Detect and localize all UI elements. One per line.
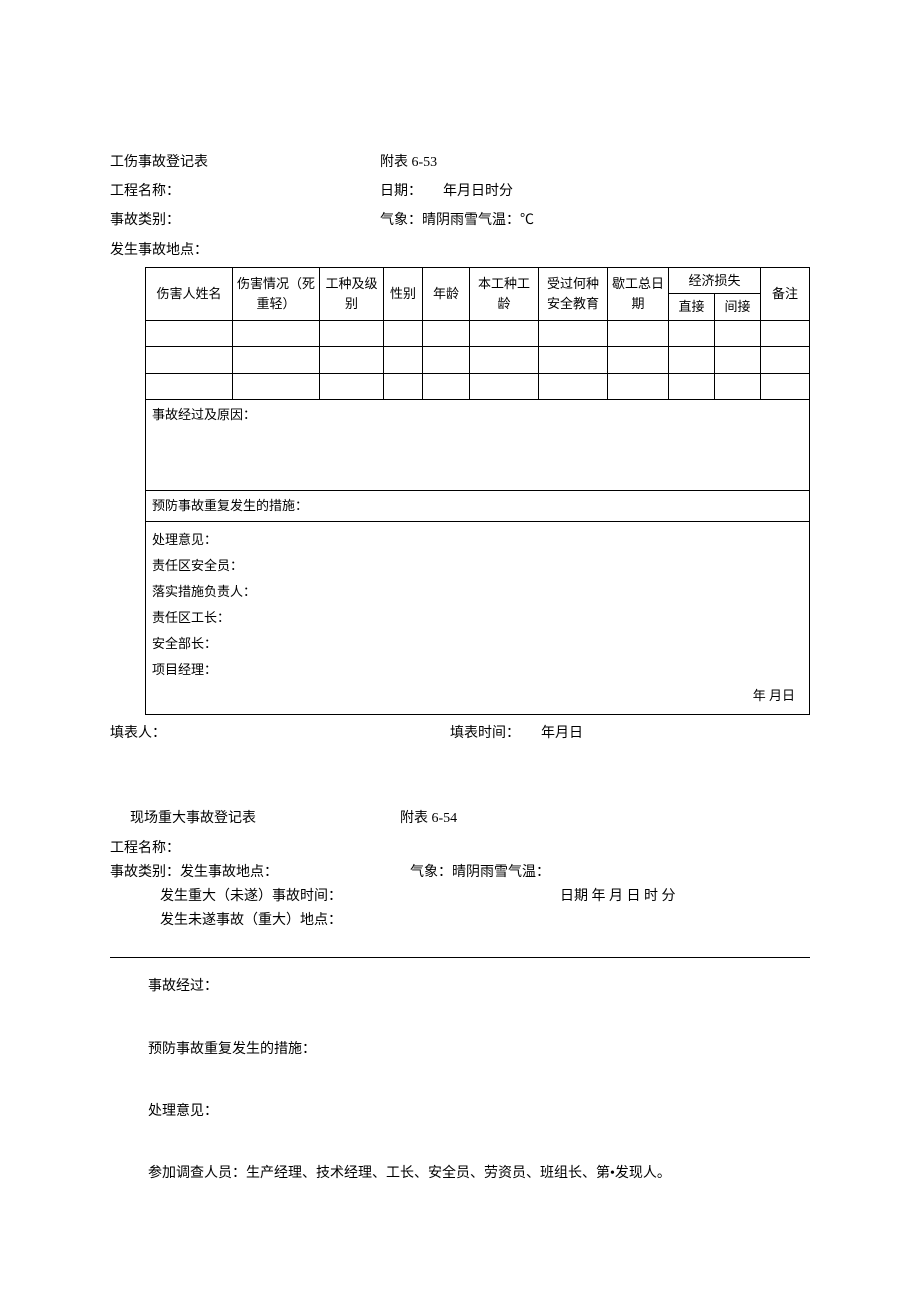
form2-appendix: 附表 6-54 (400, 806, 457, 831)
col-loss: 经济损失 (669, 267, 761, 294)
col-off-days: 歇工总日期 (608, 267, 669, 320)
form2-investigators: 参加调查人员：生产经理、技术经理、工长、安全员、劳资员、班组长、第•发现人。 (110, 1163, 810, 1185)
table-row (146, 320, 810, 347)
form1-appendix: 附表 6-53 (380, 150, 810, 175)
form2-project-label: 工程名称： (110, 837, 810, 861)
filler-label: 填表人： (110, 721, 450, 746)
col-injury: 伤害情况（死重轻） (233, 267, 320, 320)
fill-time-label: 填表时间： (450, 726, 520, 741)
weather-label: 气象：晴阴雨雪气温：℃ (380, 208, 810, 233)
measure-owner-label: 落实措施负责人： (152, 579, 803, 605)
divider (110, 957, 810, 958)
injury-table: 伤害人姓名 伤害情况（死重轻） 工种及级别 性别 年龄 本工种工龄 受过何种安全… (145, 267, 810, 715)
process-cell: 事故经过及原因： (146, 400, 810, 491)
form2-weather-label: 气象：晴阴雨雪气温： (410, 861, 550, 885)
col-loss-indirect: 间接 (715, 294, 761, 321)
col-education: 受过何种安全教育 (539, 267, 608, 320)
table-row (146, 373, 810, 400)
fill-time-value: 年月日 (541, 726, 583, 741)
form2-process: 事故经过： (110, 976, 810, 998)
location-label: 发生事故地点： (110, 238, 208, 263)
col-age: 年龄 (423, 267, 470, 320)
date-value: 年月日时分 (443, 184, 513, 199)
year-month-day: 年 月日 (152, 683, 803, 709)
project-manager-label: 项目经理： (152, 657, 803, 683)
col-tenure: 本工种工龄 (470, 267, 539, 320)
col-loss-direct: 直接 (669, 294, 715, 321)
col-name: 伤害人姓名 (146, 267, 233, 320)
form2-title: 现场重大事故登记表 (110, 806, 400, 831)
safety-officer-label: 责任区安全员： (152, 553, 803, 579)
safety-minister-label: 安全部长： (152, 631, 803, 657)
form1-title: 工伤事故登记表 (110, 150, 380, 175)
form2-major-time-label: 发生重大（未遂）事故时间： (110, 885, 560, 909)
form2-opinion: 处理意见： (110, 1101, 810, 1123)
table-row (146, 347, 810, 374)
form2-near-miss-location: 发生未遂事故（重大）地点： (110, 909, 810, 933)
opinion-label: 处理意见： (152, 527, 803, 553)
project-label: 工程名称： (110, 179, 380, 204)
col-work-type: 工种及级别 (320, 267, 384, 320)
form2-prevention: 预防事故重复发生的措施： (110, 1039, 810, 1061)
form2-date-label: 日期 年 月 日 时 分 (560, 885, 676, 909)
category-label: 事故类别： (110, 208, 380, 233)
col-gender: 性别 (384, 267, 423, 320)
date-label: 日期： (380, 184, 422, 199)
foreman-label: 责任区工长： (152, 605, 803, 631)
form2-category-label: 事故类别：发生事故地点： (110, 861, 410, 885)
prevention-cell: 预防事故重复发生的措施： (146, 491, 810, 522)
col-remark: 备注 (761, 267, 810, 320)
table-header-row: 伤害人姓名 伤害情况（死重轻） 工种及级别 性别 年龄 本工种工龄 受过何种安全… (146, 267, 810, 294)
